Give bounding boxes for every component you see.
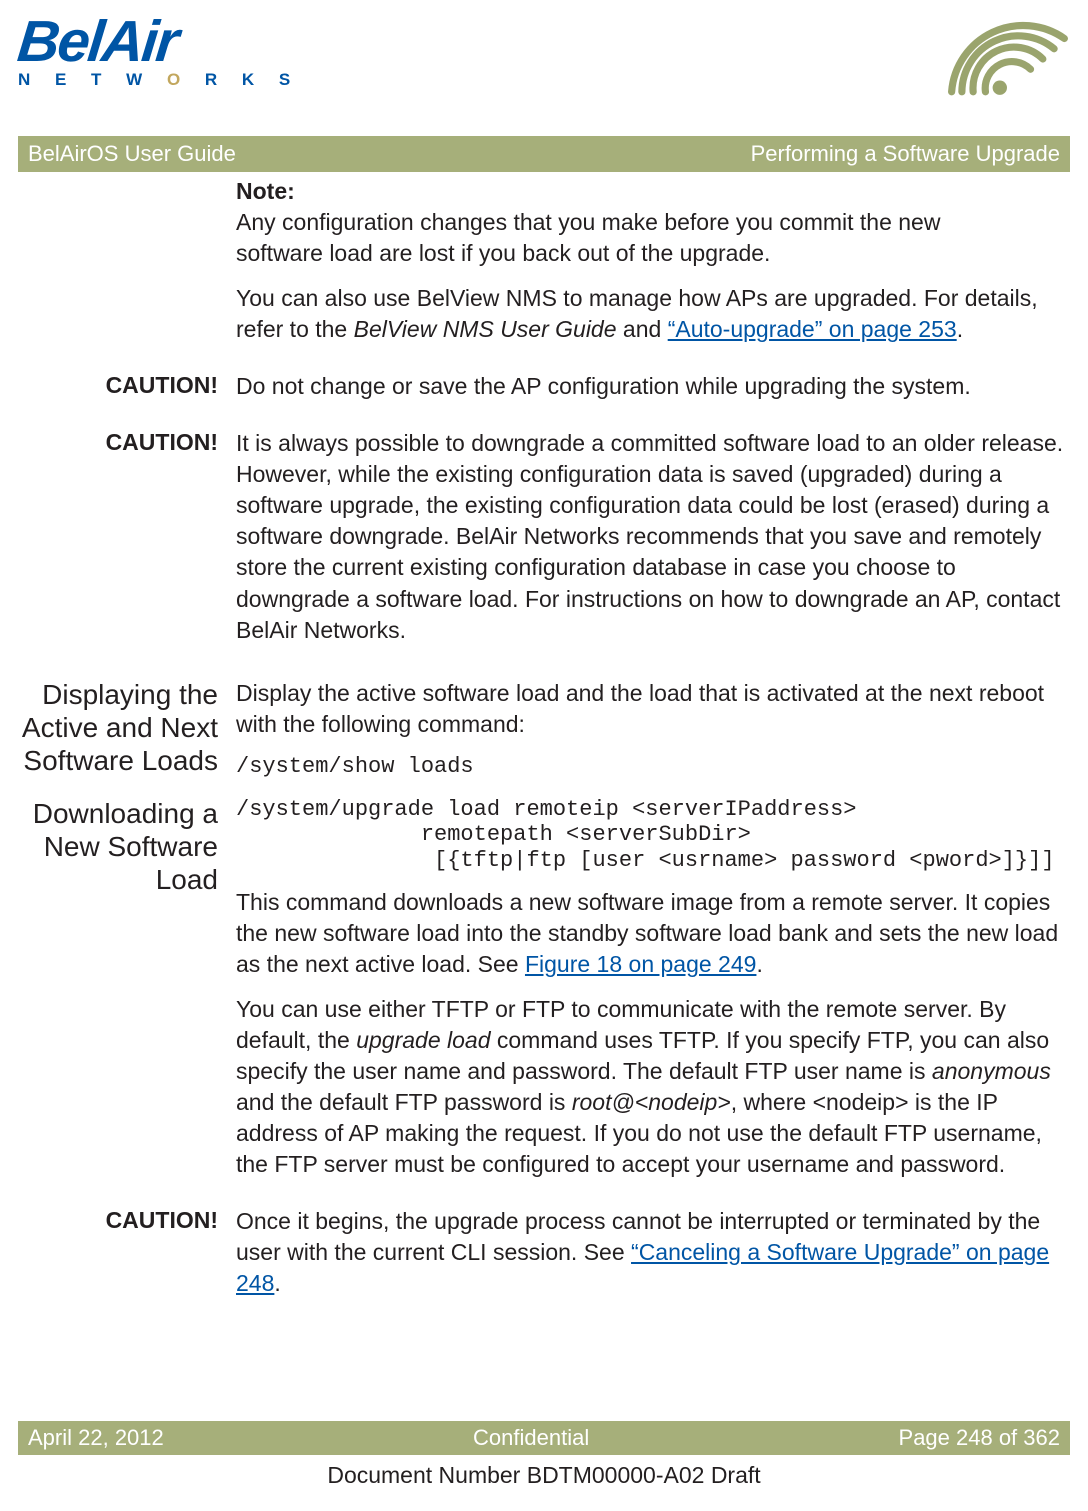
title-bar: BelAirOS User Guide Performing a Softwar… xyxy=(18,136,1070,172)
auto-upgrade-link[interactable]: “Auto-upgrade” on page 253 xyxy=(668,316,957,342)
note-label: Note: xyxy=(236,176,314,207)
caution-label: CAUTION! xyxy=(18,371,236,416)
intro-post: . xyxy=(957,316,963,342)
footer-page: Page 248 of 362 xyxy=(899,1425,1060,1451)
download-para-2: You can use either TFTP or FTP to commun… xyxy=(236,994,1070,1180)
section-para: Display the active software load and the… xyxy=(236,678,1070,740)
command-upgrade-load: /system/upgrade load remoteip <serverIPa… xyxy=(236,797,1070,873)
p1-post: . xyxy=(756,951,762,977)
intro-italic: BelView NMS User Guide xyxy=(354,316,617,342)
command-show-loads: /system/show loads xyxy=(236,754,1070,779)
section-download-load: Downloading a New Software Load /system/… xyxy=(18,797,1070,1194)
page: BelAir N E T W O R K S BelAirOS User Gui… xyxy=(0,0,1088,1511)
caution-text: Once it begins, the upgrade process cann… xyxy=(236,1206,1070,1299)
caution-1: CAUTION! Do not change or save the AP co… xyxy=(18,371,1070,416)
footer-bar: April 22, 2012 Confidential Page 248 of … xyxy=(18,1421,1070,1455)
caution-text: Do not change or save the AP configurati… xyxy=(236,371,1070,402)
footer-confidential: Confidential xyxy=(473,1425,589,1451)
caution-label: CAUTION! xyxy=(18,428,236,659)
section-heading: Downloading a New Software Load xyxy=(18,797,236,1194)
note-block: Note: Any configuration changes that you… xyxy=(18,176,1070,359)
p2-c: and the default FTP password is xyxy=(236,1089,572,1115)
content-area: Note: Any configuration changes that you… xyxy=(18,176,1070,1325)
c3-post: . xyxy=(274,1270,280,1296)
logo-text: BelAir xyxy=(16,18,303,66)
document-number: Document Number BDTM00000-A02 Draft xyxy=(0,1462,1088,1489)
caution-label: CAUTION! xyxy=(18,1206,236,1313)
header: BelAir N E T W O R K S xyxy=(18,18,1070,130)
section-heading: Displaying the Active and Next Software … xyxy=(18,678,236,779)
company-logo: BelAir N E T W O R K S xyxy=(18,18,300,90)
note-text: Any configuration changes that you make … xyxy=(236,207,986,269)
p2-i1: upgrade load xyxy=(356,1027,490,1053)
wave-icon xyxy=(946,18,1070,100)
intro-mid: and xyxy=(617,316,668,342)
caution-3: CAUTION! Once it begins, the upgrade pro… xyxy=(18,1206,1070,1313)
caution-text: It is always possible to downgrade a com… xyxy=(236,428,1070,645)
logo-sub-post: R K S xyxy=(190,70,300,89)
figure-18-link[interactable]: Figure 18 on page 249 xyxy=(525,951,756,977)
caution-2: CAUTION! It is always possible to downgr… xyxy=(18,428,1070,659)
guide-title: BelAirOS User Guide xyxy=(28,141,236,167)
footer-date: April 22, 2012 xyxy=(28,1425,164,1451)
download-para-1: This command downloads a new software im… xyxy=(236,887,1070,980)
p2-i3: root@<nodeip> xyxy=(572,1089,731,1115)
chapter-title: Performing a Software Upgrade xyxy=(751,141,1060,167)
p2-i2: anonymous xyxy=(932,1058,1051,1084)
intro-paragraph: You can also use BelView NMS to manage h… xyxy=(236,283,1070,345)
section-display-loads: Displaying the Active and Next Software … xyxy=(18,678,1070,779)
